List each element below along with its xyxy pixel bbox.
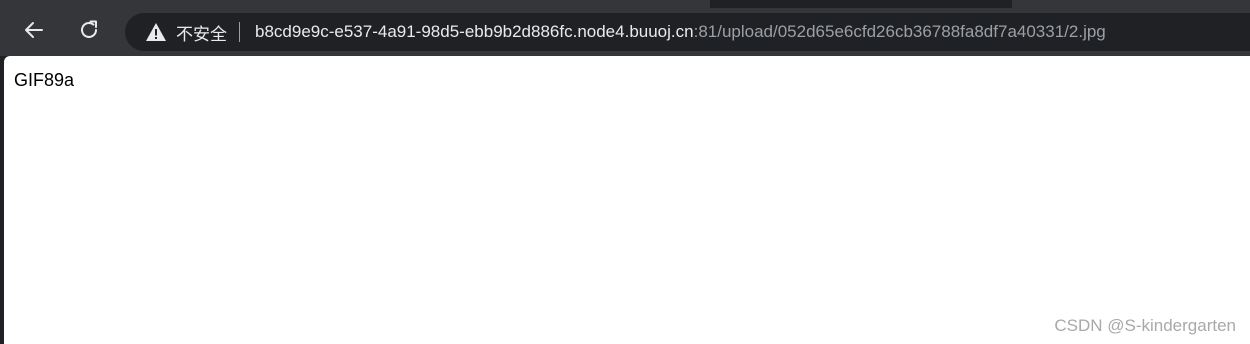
warning-triangle-icon [145, 22, 167, 42]
reload-icon [77, 18, 101, 47]
reload-button[interactable] [73, 16, 105, 48]
browser-window: 不安全 b8cd9e9c-e537-4a91-98d5-ebb9b2d886fc… [0, 0, 1250, 344]
url-host: b8cd9e9c-e537-4a91-98d5-ebb9b2d886fc.nod… [255, 22, 694, 41]
tab-strip [0, 0, 1250, 8]
page-content: GIF89a CSDN @S-kindergarten [4, 56, 1250, 344]
arrow-left-icon [22, 18, 46, 47]
url-text[interactable]: b8cd9e9c-e537-4a91-98d5-ebb9b2d886fc.nod… [255, 22, 1106, 42]
security-chip[interactable]: 不安全 [145, 13, 227, 51]
browser-toolbar: 不安全 b8cd9e9c-e537-4a91-98d5-ebb9b2d886fc… [0, 8, 1250, 56]
watermark: CSDN @S-kindergarten [1054, 316, 1236, 335]
address-bar[interactable]: 不安全 b8cd9e9c-e537-4a91-98d5-ebb9b2d886fc… [125, 13, 1250, 51]
tab[interactable] [0, 0, 710, 8]
security-label: 不安全 [176, 24, 227, 44]
page-body-text: GIF89a [14, 70, 75, 90]
back-button[interactable] [18, 16, 50, 48]
url-path: :81/upload/052d65e6cfd26cb36788fa8df7a40… [693, 22, 1106, 41]
tab[interactable] [1012, 0, 1250, 8]
omnibox-divider [239, 22, 240, 42]
